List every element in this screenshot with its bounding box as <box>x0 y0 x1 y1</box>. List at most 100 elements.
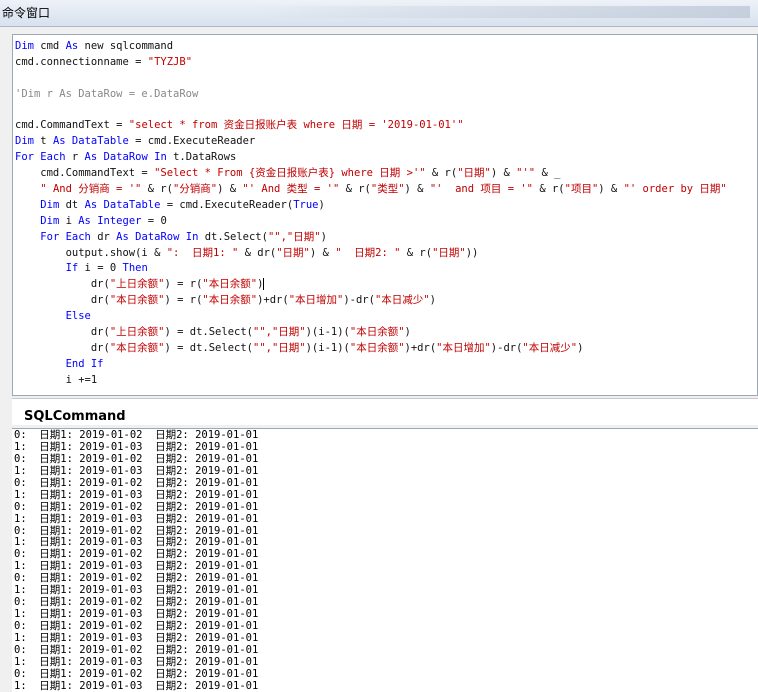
code-line[interactable]: Dim i As Integer = 0 <box>15 214 727 230</box>
code-token: "项目" <box>564 183 599 196</box>
code-token: i <box>59 214 79 227</box>
code-line[interactable]: cmd.CommandText = "Select * From {资金日报账户… <box>15 166 727 182</box>
code-token: t <box>33 135 53 148</box>
code-line[interactable] <box>15 71 727 87</box>
code-token: ) = dt.Select( <box>164 326 253 339</box>
code-line[interactable]: dr("上日余额") = r("本日余额") <box>15 277 727 293</box>
output-line: 1: 日期1: 2019-01-03 日期2: 2019-01-01 <box>14 512 259 525</box>
output-line: 0: 日期1: 2019-01-02 日期2: 2019-01-01 <box>14 500 259 513</box>
code-token: As <box>65 40 79 52</box>
code-token: = cmd.ExecuteReader( <box>160 198 294 211</box>
code-token: 'Dim r As DataRow = e.DataRow <box>15 87 199 100</box>
code-token: End If <box>65 357 104 370</box>
code-token: ) <box>577 341 584 354</box>
code-token: ) & <box>309 246 336 259</box>
code-token: cmd.CommandText = <box>15 119 129 132</box>
output-line: 1: 日期1: 2019-01-03 日期2: 2019-01-01 <box>14 655 259 668</box>
code-line[interactable]: For Each r As DataRow In t.DataRows <box>15 150 727 166</box>
code-token: & r( <box>141 183 173 196</box>
code-token: ) & <box>217 183 243 196</box>
code-token: "本日减少" <box>522 341 578 354</box>
code-line[interactable] <box>15 103 727 119</box>
code-line[interactable]: 'Dim r As DataRow = e.DataRow <box>15 87 727 103</box>
code-token: Dim <box>15 135 34 148</box>
code-line[interactable]: cmd.connectionname = "TYZJB" <box>15 55 727 71</box>
code-token: "本日余额" <box>349 341 405 354</box>
code-token: As <box>52 135 66 148</box>
window-title: 命令窗口 <box>2 6 51 20</box>
code-token: DataTable <box>71 135 129 148</box>
code-token: )+dr( <box>257 294 289 307</box>
code-token: cmd.connectionname = <box>15 55 148 68</box>
code-token: ) & <box>404 183 430 196</box>
code-token: Dim <box>40 214 60 227</box>
code-token: ) <box>429 294 436 307</box>
code-line[interactable]: " And 分销商 = '" & r("分销商") & "' And 类型 = … <box>15 182 726 198</box>
code-line[interactable]: End If <box>15 357 727 373</box>
code-token: ) = r( <box>164 294 203 307</box>
code-line[interactable]: dr("上日余额") = dt.Select("","日期")(i-1)("本日… <box>15 325 727 341</box>
code-token: "本日余额" <box>109 294 165 307</box>
code-token: & r( <box>533 183 565 196</box>
code-token: Integer <box>97 214 142 227</box>
code-line[interactable]: Else <box>15 309 727 325</box>
code-token: For Each <box>40 230 91 243</box>
code-token: As <box>84 198 98 211</box>
code-line[interactable]: If i = 0 Then <box>15 261 727 277</box>
code-token: ) <box>404 326 411 339</box>
code-token: )) <box>465 246 479 259</box>
code-line[interactable]: Dim dt As DataTable = cmd.ExecuteReader(… <box>15 198 727 214</box>
code-token: "","日期" <box>267 230 321 243</box>
output-lines: 0: 日期1: 2019-01-02 日期2: 2019-01-01 1: 日期1… <box>14 429 259 692</box>
code-token: "'" <box>516 167 536 180</box>
code-token: If <box>65 262 79 275</box>
code-token: ) <box>318 198 325 211</box>
output-line: 0: 日期1: 2019-01-02 日期2: 2019-01-01 <box>14 667 259 680</box>
code-token: ) <box>320 230 327 243</box>
code-line[interactable]: cmd.CommandText = "select * from 资金日报账户表… <box>15 118 727 134</box>
code-token: cmd.CommandText = <box>15 167 155 180</box>
code-token: & r( <box>339 183 371 196</box>
code-token: = 0 <box>141 214 167 227</box>
code-token: "上日余额" <box>109 278 165 291</box>
code-token: As <box>78 214 91 227</box>
code-line[interactable]: dr("本日余额") = dt.Select("","日期")(i-1)("本日… <box>15 341 727 357</box>
code-token: "日期" <box>276 246 310 259</box>
code-token: True <box>293 198 319 211</box>
code-token: r <box>65 151 85 164</box>
code-token: )-dr( <box>343 294 375 307</box>
output-panel[interactable]: 0: 日期1: 2019-01-02 日期2: 2019-01-01 1: 日期1… <box>12 428 758 692</box>
code-lines[interactable]: Dim cmd As new sqlcommand cmd.connectionn… <box>15 39 727 389</box>
code-line[interactable]: dr("本日余额") = r("本日余额")+dr("本日增加")-dr("本日… <box>15 293 727 309</box>
code-line[interactable]: output.show(i & ": 日期1: " & dr("日期") & "… <box>15 246 727 262</box>
code-token: In <box>185 230 199 243</box>
code-token: dt.Select( <box>198 230 268 243</box>
code-token: cmd <box>33 40 66 52</box>
code-token: & r( <box>400 246 433 259</box>
code-line[interactable]: i +=1 <box>15 373 727 389</box>
code-token: ) & <box>490 167 517 180</box>
code-token: output.show(i & <box>15 246 167 259</box>
code-line[interactable]: Dim cmd As new sqlcommand <box>15 39 727 55</box>
code-token: ) = r( <box>164 278 203 291</box>
code-token: ": 日期1: " <box>166 246 239 259</box>
code-token: i = 0 <box>78 262 123 275</box>
title-bar-blurred-area <box>250 6 750 18</box>
output-header-label: SQLCommand <box>24 409 126 424</box>
code-token: t.DataRows <box>166 151 237 164</box>
code-token: "日期" <box>432 246 466 259</box>
code-line[interactable]: For Each dr As DataRow In dt.Select("","… <box>15 230 727 246</box>
code-editor[interactable]: Dim cmd As new sqlcommand cmd.connectionn… <box>12 34 758 396</box>
code-token: ) & <box>598 183 624 196</box>
text-cursor <box>263 278 265 291</box>
code-token: & r( <box>425 167 458 180</box>
code-token: Then <box>122 262 148 275</box>
code-token: i +=1 <box>15 373 98 386</box>
code-line[interactable]: Dim t As DataTable = cmd.ExecuteReader <box>15 134 727 150</box>
code-token: As <box>116 230 129 243</box>
